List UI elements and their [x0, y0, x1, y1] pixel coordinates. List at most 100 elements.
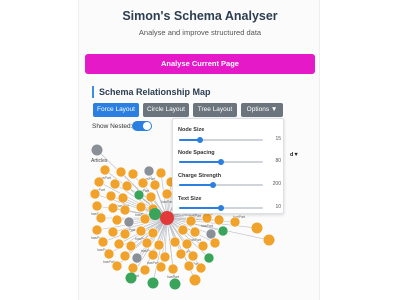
text-size-thumb[interactable]	[218, 205, 224, 211]
charge-strength-thumb[interactable]	[209, 182, 216, 188]
show-nested-label: Show Nested:	[92, 123, 133, 130]
text-size-slider[interactable]	[179, 205, 263, 211]
graph-dropdown-indicator[interactable]: d▼	[290, 152, 299, 158]
graph-node	[91, 224, 103, 236]
graph-node	[229, 216, 241, 228]
graph-node	[125, 240, 137, 252]
graph-node	[91, 200, 103, 212]
graph-node	[167, 263, 179, 275]
graph-node	[119, 228, 131, 240]
header: Simon's Schema Analyser Analyse and impr…	[79, 0, 321, 46]
app-title: Simon's Schema Analyser	[122, 9, 278, 23]
node-spacing-thumb[interactable]	[218, 159, 224, 165]
graph-node	[119, 204, 131, 216]
circle-layout-button[interactable]: Circle Layout	[143, 103, 189, 117]
graph-node	[251, 222, 263, 234]
graph-node	[169, 278, 181, 290]
graph-node	[155, 261, 167, 273]
graph-node	[111, 214, 123, 226]
graph-node	[99, 164, 111, 176]
text-size-fill	[179, 207, 221, 209]
graph-node	[153, 239, 165, 251]
graph-node	[159, 251, 171, 263]
graph-node	[139, 213, 151, 225]
graph-node	[139, 264, 151, 276]
graph-node	[155, 167, 167, 179]
graph-node	[135, 225, 147, 237]
analyse-current-page-button[interactable]: Analyse Current Page	[85, 54, 315, 74]
charge-strength-value: 200	[272, 181, 281, 187]
graph-node	[103, 248, 115, 260]
graph-node	[189, 274, 201, 286]
graph-node	[145, 191, 157, 203]
graph-node	[217, 225, 229, 237]
options-button[interactable]: Options ▼	[241, 103, 283, 117]
graph-node	[177, 224, 189, 236]
toggle-knob	[143, 122, 151, 130]
text-size-value: 10	[275, 204, 281, 210]
node-size-value: 15	[275, 136, 281, 142]
graph-node	[197, 240, 209, 252]
graph-node	[147, 227, 159, 239]
graph-node	[119, 250, 131, 262]
graph-node	[107, 202, 119, 214]
node-size-thumb[interactable]	[197, 137, 203, 143]
graph-node	[175, 248, 187, 260]
graph-node	[131, 252, 143, 264]
graph-node	[161, 188, 173, 200]
graph-node	[143, 165, 155, 177]
node-spacing-fill	[179, 161, 221, 163]
options-panel: Node Size 15 Node Spacing 80 Charge Stre…	[172, 118, 284, 214]
graph-node	[133, 189, 145, 201]
charge-strength-slider[interactable]	[179, 182, 263, 188]
node-size-slider[interactable]	[179, 137, 263, 143]
graph-node	[95, 212, 107, 224]
graph-node	[187, 250, 199, 262]
section-title: Schema Relationship Map	[92, 86, 211, 98]
graph-node	[201, 212, 213, 224]
graph-node	[147, 277, 159, 289]
graph-node	[121, 180, 133, 192]
graph-node	[205, 228, 217, 240]
graph-node	[137, 177, 149, 189]
graph-node	[107, 226, 119, 238]
articles-node-label: Articles	[91, 158, 108, 164]
graph-node	[93, 176, 105, 188]
graph-node	[111, 260, 123, 272]
graph-node	[135, 201, 147, 213]
node-spacing-slider[interactable]	[179, 159, 263, 165]
force-layout-button[interactable]: Force Layout	[93, 103, 139, 117]
tree-layout-button[interactable]: Tree Layout	[193, 103, 237, 117]
graph-node	[181, 238, 193, 250]
graph-node	[91, 144, 103, 156]
graph-node	[141, 237, 153, 249]
graph-node	[97, 236, 109, 248]
graph-node	[189, 226, 201, 238]
graph-node	[183, 260, 195, 272]
graph-hub-node	[149, 208, 161, 220]
show-nested-toggle[interactable]	[132, 121, 152, 131]
graph-node	[213, 214, 225, 226]
graph-node	[203, 252, 215, 264]
extension-panel: Simon's Schema Analyser Analyse and impr…	[78, 0, 320, 300]
graph-node	[127, 262, 139, 274]
graph-node	[105, 190, 117, 202]
graph-node	[185, 215, 197, 227]
charge-strength-fill	[179, 184, 213, 186]
graph-node	[147, 249, 159, 261]
graph-node	[89, 188, 101, 200]
graph-node	[169, 236, 181, 248]
graph-node	[123, 216, 135, 228]
graph-node-label: hasPart	[167, 275, 179, 279]
graph-node-label: hasPart	[201, 224, 213, 228]
graph-node	[195, 262, 207, 274]
graph-node	[149, 179, 161, 191]
graph-node	[117, 192, 129, 204]
graph-node	[113, 238, 125, 250]
charge-strength-label: Charge Strength	[178, 173, 222, 179]
text-size-label: Text Size	[178, 196, 202, 202]
node-spacing-label: Node Spacing	[178, 150, 215, 156]
graph-node	[115, 166, 127, 178]
app-subtitle: Analyse and improve structured data	[138, 28, 262, 37]
graph-node	[109, 178, 121, 190]
